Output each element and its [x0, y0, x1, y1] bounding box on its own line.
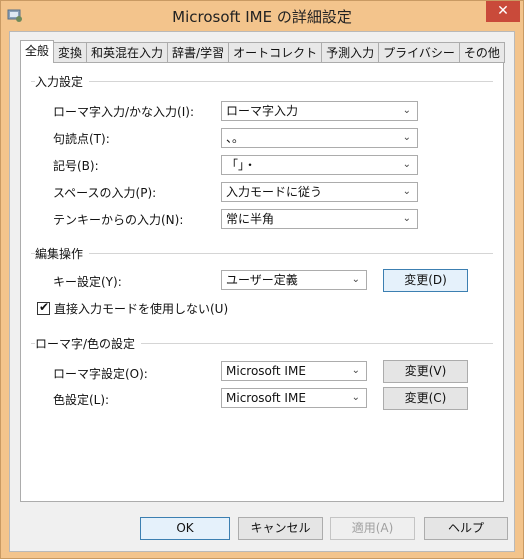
punctuation-select[interactable]: 、。 ⌄: [221, 128, 418, 148]
tab-prediction[interactable]: 予測入力: [321, 42, 380, 63]
punctuation-label: 句読点(T):: [53, 132, 110, 146]
romaji-color-group-title: ローマ字/色の設定: [35, 335, 142, 352]
title-bar[interactable]: Microsoft IME の詳細設定 ✕: [1, 1, 523, 30]
tab-conversion[interactable]: 変換: [53, 42, 88, 63]
chevron-down-icon: ⌄: [351, 274, 360, 285]
cancel-button[interactable]: キャンセル: [238, 517, 323, 540]
chevron-down-icon: ⌄: [351, 392, 360, 403]
tab-other[interactable]: その他: [458, 42, 505, 63]
direct-input-checkbox[interactable]: ✔: [37, 300, 50, 315]
edit-ops-group-title: 編集操作: [35, 245, 90, 262]
romaji-settings-label: ローマ字設定(O):: [53, 367, 148, 381]
chevron-down-icon: ⌄: [402, 186, 411, 197]
color-change-button[interactable]: 変更(C): [383, 387, 468, 410]
window-title: Microsoft IME の詳細設定: [172, 8, 352, 26]
tab-strip: 全般 変換 和英混在入力 辞書/学習 オートコレクト 予測入力 プライバシー そ…: [20, 40, 505, 63]
tab-privacy[interactable]: プライバシー: [378, 42, 460, 63]
direct-input-label[interactable]: 直接入力モードを使用しない(U): [54, 300, 228, 317]
romaji-kana-label: ローマ字入力/かな入力(I):: [53, 105, 194, 119]
key-settings-select[interactable]: ユーザー定義 ⌄: [221, 270, 367, 290]
symbol-value: 「」・: [226, 158, 257, 172]
key-change-button[interactable]: 変更(D): [383, 269, 468, 292]
color-settings-label: 色設定(L):: [53, 393, 110, 407]
tab-autocorrect[interactable]: オートコレクト: [228, 42, 323, 63]
key-settings-value: ユーザー定義: [226, 273, 298, 287]
symbol-select[interactable]: 「」・ ⌄: [221, 155, 418, 175]
chevron-down-icon: ⌄: [402, 159, 411, 170]
space-input-label: スペースの入力(P):: [53, 186, 157, 200]
help-button[interactable]: ヘルプ: [424, 517, 508, 540]
tab-general[interactable]: 全般: [20, 40, 55, 63]
group-divider: [31, 253, 493, 254]
general-tab-panel: 入力設定 ローマ字入力/かな入力(I): ローマ字入力 ⌄ 句読点(T): 、。 ⌄…: [20, 62, 504, 502]
checkmark-icon: ✔: [39, 300, 50, 314]
numpad-input-select[interactable]: 常に半角 ⌄: [221, 209, 418, 229]
romaji-kana-select[interactable]: ローマ字入力 ⌄: [221, 101, 418, 121]
numpad-input-label: テンキーからの入力(N):: [53, 213, 184, 227]
tab-dictionary[interactable]: 辞書/学習: [167, 42, 230, 63]
color-settings-select[interactable]: Microsoft IME ⌄: [221, 388, 367, 408]
romaji-settings-value: Microsoft IME: [226, 364, 306, 378]
romaji-change-button[interactable]: 変更(V): [383, 360, 468, 383]
romaji-kana-value: ローマ字入力: [226, 104, 299, 118]
punctuation-value: 、。: [226, 131, 245, 145]
dialog-client: 全般 変換 和英混在入力 辞書/学習 オートコレクト 予測入力 プライバシー そ…: [9, 31, 515, 552]
group-divider: [31, 81, 493, 82]
space-input-select[interactable]: 入力モードに従う ⌄: [221, 182, 418, 202]
chevron-down-icon: ⌄: [402, 105, 411, 116]
key-settings-label: キー設定(Y):: [53, 275, 122, 289]
numpad-input-value: 常に半角: [226, 212, 275, 226]
apply-button[interactable]: 適用(A): [330, 517, 415, 540]
chevron-down-icon: ⌄: [351, 365, 360, 376]
space-input-value: 入力モードに従う: [226, 185, 323, 199]
chevron-down-icon: ⌄: [402, 132, 411, 143]
symbol-label: 記号(B):: [53, 159, 99, 173]
close-button[interactable]: ✕: [486, 1, 520, 22]
romaji-settings-select[interactable]: Microsoft IME ⌄: [221, 361, 367, 381]
chevron-down-icon: ⌄: [402, 213, 411, 224]
tab-mixed-input[interactable]: 和英混在入力: [86, 42, 169, 63]
color-settings-value: Microsoft IME: [226, 391, 306, 405]
input-settings-group-title: 入力設定: [35, 73, 90, 90]
ime-settings-window: Microsoft IME の詳細設定 ✕ 全般 変換 和英混在入力 辞書/学習…: [0, 0, 524, 559]
ok-button[interactable]: OK: [140, 517, 230, 540]
